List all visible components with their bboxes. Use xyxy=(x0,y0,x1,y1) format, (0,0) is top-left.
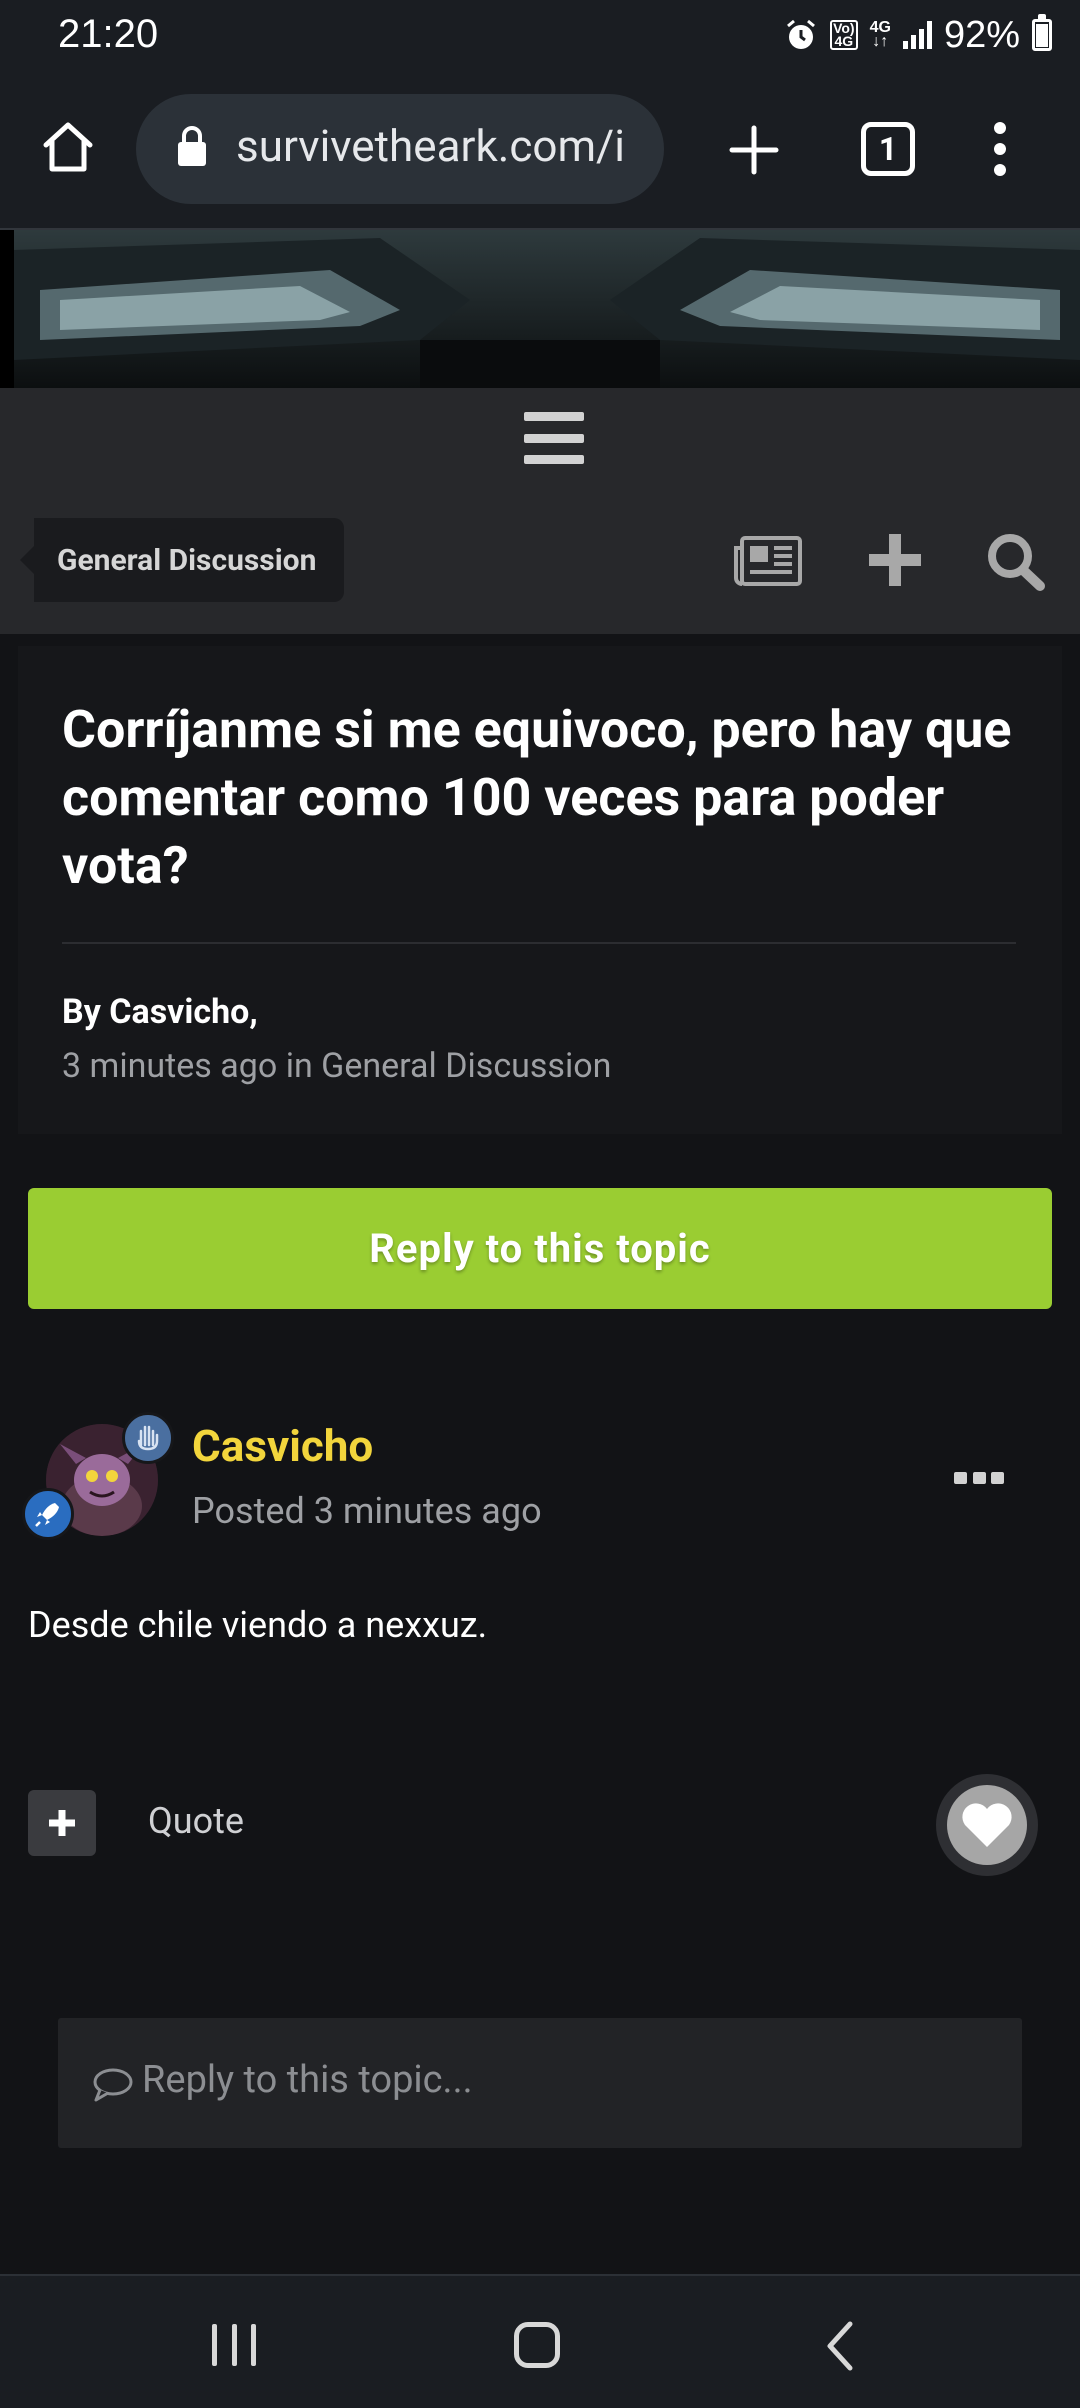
post-date: Posted 3 minutes ago xyxy=(192,1490,542,1532)
address-bar[interactable]: survivetheark.com/i xyxy=(136,94,664,204)
post-content: Desde chile viendo a nexxuz. xyxy=(28,1604,488,1646)
signal-icon xyxy=(902,21,932,49)
battery-icon xyxy=(1032,14,1052,51)
site-banner xyxy=(0,230,1080,388)
back-icon[interactable] xyxy=(822,2320,858,2372)
create-icon[interactable] xyxy=(860,528,930,592)
heart-icon xyxy=(962,1803,1012,1847)
banner-image xyxy=(0,230,1080,388)
url-text: survivetheark.com/i xyxy=(236,120,625,172)
topic-meta: 3 minutes ago in General Discussion xyxy=(62,1046,612,1086)
activity-feed-icon[interactable] xyxy=(734,528,804,592)
rocket-badge-icon xyxy=(22,1488,74,1540)
comment-icon xyxy=(93,2068,133,2102)
post-options-icon[interactable] xyxy=(954,1468,1004,1488)
breadcrumb-label: General Discussion xyxy=(57,542,317,578)
system-navigation-bar xyxy=(0,2274,1080,2408)
reply-to-topic-button[interactable]: Reply to this topic xyxy=(28,1188,1052,1309)
plus-icon xyxy=(49,1810,75,1836)
status-time: 21:20 xyxy=(58,12,159,56)
topic-header: Corríjanme si me equivoco, pero hay que … xyxy=(18,646,1062,1134)
tabs-button[interactable]: 1 xyxy=(861,122,915,176)
breadcrumb[interactable]: General Discussion xyxy=(19,518,345,602)
home-icon[interactable] xyxy=(40,119,96,175)
lock-icon xyxy=(178,126,206,166)
site-navigation: General Discussion xyxy=(0,388,1080,634)
topic-author[interactable]: By Casvicho, xyxy=(62,992,258,1032)
overflow-menu-icon[interactable] xyxy=(980,118,1020,180)
hamburger-menu-icon[interactable] xyxy=(524,412,584,464)
browser-toolbar: survivetheark.com/i 1 xyxy=(0,70,1080,230)
post-author[interactable]: Casvicho xyxy=(192,1420,373,1472)
recents-icon[interactable] xyxy=(212,2324,256,2366)
reply-placeholder: Reply to this topic... xyxy=(142,2058,473,2102)
quote-button[interactable]: Quote xyxy=(148,1800,244,1842)
multiquote-plus-button[interactable] xyxy=(28,1790,96,1856)
tab-count: 1 xyxy=(878,130,898,168)
status-bar: 21:20 Vo) 4G 4G ↓↑ 92% xyxy=(0,0,1080,70)
new-tab-icon[interactable] xyxy=(724,120,784,180)
alarm-icon xyxy=(787,19,816,49)
volte-icon: Vo) 4G xyxy=(830,20,858,50)
reply-editor-input[interactable]: Reply to this topic... xyxy=(58,2018,1022,2148)
battery-percent: 92% xyxy=(943,13,1020,56)
topic-title: Corríjanme si me equivoco, pero hay que … xyxy=(62,699,1012,896)
status-icons: Vo) 4G 4G ↓↑ 92% xyxy=(784,12,1052,58)
data-4g-icon: 4G ↓↑ xyxy=(869,19,891,50)
divider xyxy=(62,942,1016,944)
like-button[interactable] xyxy=(936,1774,1038,1876)
rank-badge-icon xyxy=(122,1412,174,1464)
system-home-icon[interactable] xyxy=(514,2322,560,2368)
search-icon[interactable] xyxy=(980,528,1050,592)
